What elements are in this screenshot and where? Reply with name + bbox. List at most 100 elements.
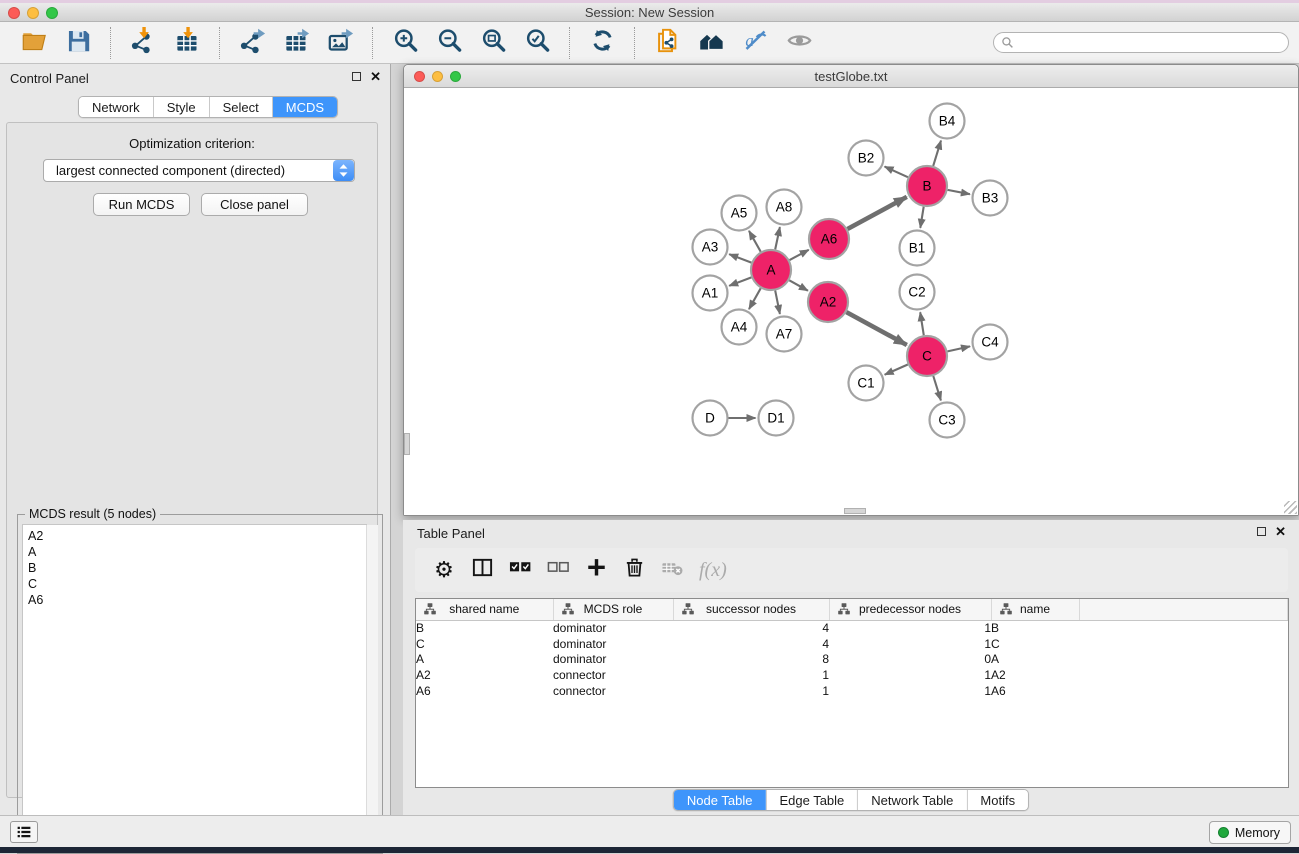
horizontal-scrollbar-thumb[interactable]	[844, 508, 866, 514]
edge-A-A5[interactable]	[749, 231, 761, 252]
tab-network-table[interactable]: Network Table	[857, 790, 966, 810]
network-canvas[interactable]: B4B2BB3A8A5A6A3B1AC2A1A2A4A7C4CC1C3DD1	[404, 88, 1298, 515]
result-scrollbar[interactable]	[366, 525, 378, 848]
edge-C-C2[interactable]	[920, 312, 924, 335]
edge-B-B1[interactable]	[920, 207, 923, 228]
network-maximize-light[interactable]	[450, 71, 461, 82]
add-column-button[interactable]	[581, 555, 611, 585]
table-row[interactable]: A2connector11A2	[416, 667, 1288, 683]
table-row[interactable]: Cdominator41C	[416, 636, 1288, 652]
toolbar-export-image-button[interactable]	[324, 27, 356, 59]
tab-motifs[interactable]: Motifs	[966, 790, 1028, 810]
task-history-button[interactable]	[10, 821, 38, 843]
edge-B-B2[interactable]	[885, 167, 908, 178]
node-A4[interactable]: A4	[722, 310, 757, 345]
close-panel-icon[interactable]: ✕	[370, 71, 381, 82]
mcds-result-item[interactable]: C	[28, 576, 366, 592]
edge-C-C1[interactable]	[885, 365, 908, 375]
edge-C-C4[interactable]	[948, 346, 971, 351]
node-C3[interactable]: C3	[930, 403, 965, 438]
uncheck-all-button[interactable]	[543, 555, 573, 585]
node-C2[interactable]: C2	[900, 275, 935, 310]
delete-column-button[interactable]	[619, 555, 649, 585]
edge-A-A2[interactable]	[789, 280, 808, 290]
check-all-button[interactable]	[505, 555, 535, 585]
toolbar-import-network-button[interactable]	[127, 27, 159, 59]
node-C4[interactable]: C4	[973, 325, 1008, 360]
table-row[interactable]: A6connector11A6	[416, 683, 1288, 699]
edge-A-A8[interactable]	[775, 227, 780, 249]
table-row[interactable]: Bdominator41B	[416, 620, 1288, 636]
search-input[interactable]	[993, 32, 1289, 53]
float-panel-icon[interactable]	[352, 72, 361, 81]
tab-select[interactable]: Select	[209, 97, 272, 117]
toolbar-zoom-selected-button[interactable]	[521, 27, 553, 59]
node-B1[interactable]: B1	[900, 231, 935, 266]
node-B3[interactable]: B3	[973, 181, 1008, 216]
mcds-result-item[interactable]: B	[28, 560, 366, 576]
toolbar-open-folder-button[interactable]	[18, 27, 50, 59]
tab-edge-table[interactable]: Edge Table	[765, 790, 857, 810]
edge-A-A7[interactable]	[775, 291, 780, 314]
node-A7[interactable]: A7	[767, 317, 802, 352]
node-A1[interactable]: A1	[693, 276, 728, 311]
toolbar-export-network-button[interactable]	[236, 27, 268, 59]
tab-style[interactable]: Style	[153, 97, 209, 117]
minimize-window-light[interactable]	[27, 7, 39, 19]
node-A2[interactable]: A2	[808, 282, 848, 322]
vertical-scrollbar-thumb[interactable]	[404, 433, 410, 455]
node-C[interactable]: C	[907, 336, 947, 376]
edge-A-A6[interactable]	[790, 250, 809, 260]
network-minimize-light[interactable]	[432, 71, 443, 82]
toolbar-import-table-button[interactable]	[171, 27, 203, 59]
mcds-result-item[interactable]: A	[28, 544, 366, 560]
edge-B-B3[interactable]	[948, 190, 970, 194]
toolbar-zoom-out-button[interactable]	[433, 27, 465, 59]
close-window-light[interactable]	[8, 7, 20, 19]
edge-A2-C[interactable]	[846, 312, 906, 345]
tab-node-table[interactable]: Node Table	[674, 790, 766, 810]
column-header-MCDS-role[interactable]: MCDS role	[553, 599, 673, 620]
gear-button[interactable]: ⚙	[429, 555, 459, 585]
split-columns-button[interactable]	[467, 555, 497, 585]
node-A8[interactable]: A8	[767, 190, 802, 225]
edge-C-C3[interactable]	[933, 376, 941, 400]
maximize-window-light[interactable]	[46, 7, 58, 19]
memory-button[interactable]: Memory	[1209, 821, 1291, 844]
node-A3[interactable]: A3	[693, 230, 728, 265]
node-C1[interactable]: C1	[849, 366, 884, 401]
criterion-dropdown[interactable]: largest connected component (directed)	[43, 159, 355, 182]
node-A6[interactable]: A6	[809, 219, 849, 259]
edge-A6-B[interactable]	[848, 197, 907, 229]
toolbar-save-button[interactable]	[62, 27, 94, 59]
toolbar-double-house-button[interactable]	[695, 27, 727, 59]
toolbar-hide-labels-button[interactable]: a	[739, 27, 771, 59]
toolbar-document-share-button[interactable]	[651, 27, 683, 59]
close-table-panel-icon[interactable]: ✕	[1275, 526, 1286, 537]
tab-mcds[interactable]: MCDS	[272, 97, 337, 117]
edge-A-A1[interactable]	[729, 277, 751, 285]
toolbar-eye-button[interactable]	[783, 27, 815, 59]
toolbar-export-table-button[interactable]	[280, 27, 312, 59]
toolbar-zoom-in-button[interactable]	[389, 27, 421, 59]
mcds-result-item[interactable]: A6	[28, 592, 366, 608]
node-D[interactable]: D	[693, 401, 728, 436]
edge-A-A4[interactable]	[749, 288, 761, 309]
tab-network[interactable]: Network	[79, 97, 153, 117]
node-A5[interactable]: A5	[722, 196, 757, 231]
mcds-result-item[interactable]: A2	[28, 528, 366, 544]
node-D1[interactable]: D1	[759, 401, 794, 436]
toolbar-zoom-fit-button[interactable]	[477, 27, 509, 59]
node-B2[interactable]: B2	[849, 141, 884, 176]
column-header-name[interactable]: name	[991, 599, 1079, 620]
column-header-shared-name[interactable]: shared name	[416, 599, 553, 620]
column-header-predecessor-nodes[interactable]: predecessor nodes	[829, 599, 991, 620]
float-table-panel-icon[interactable]	[1257, 527, 1266, 536]
toolbar-refresh-layout-button[interactable]	[586, 27, 618, 59]
run-mcds-button[interactable]: Run MCDS	[93, 193, 190, 216]
table-row[interactable]: Adominator80A	[416, 651, 1288, 667]
node-B4[interactable]: B4	[930, 104, 965, 139]
column-header-successor-nodes[interactable]: successor nodes	[673, 599, 829, 620]
edge-A-A3[interactable]	[729, 254, 751, 262]
edge-B-B4[interactable]	[933, 141, 941, 166]
